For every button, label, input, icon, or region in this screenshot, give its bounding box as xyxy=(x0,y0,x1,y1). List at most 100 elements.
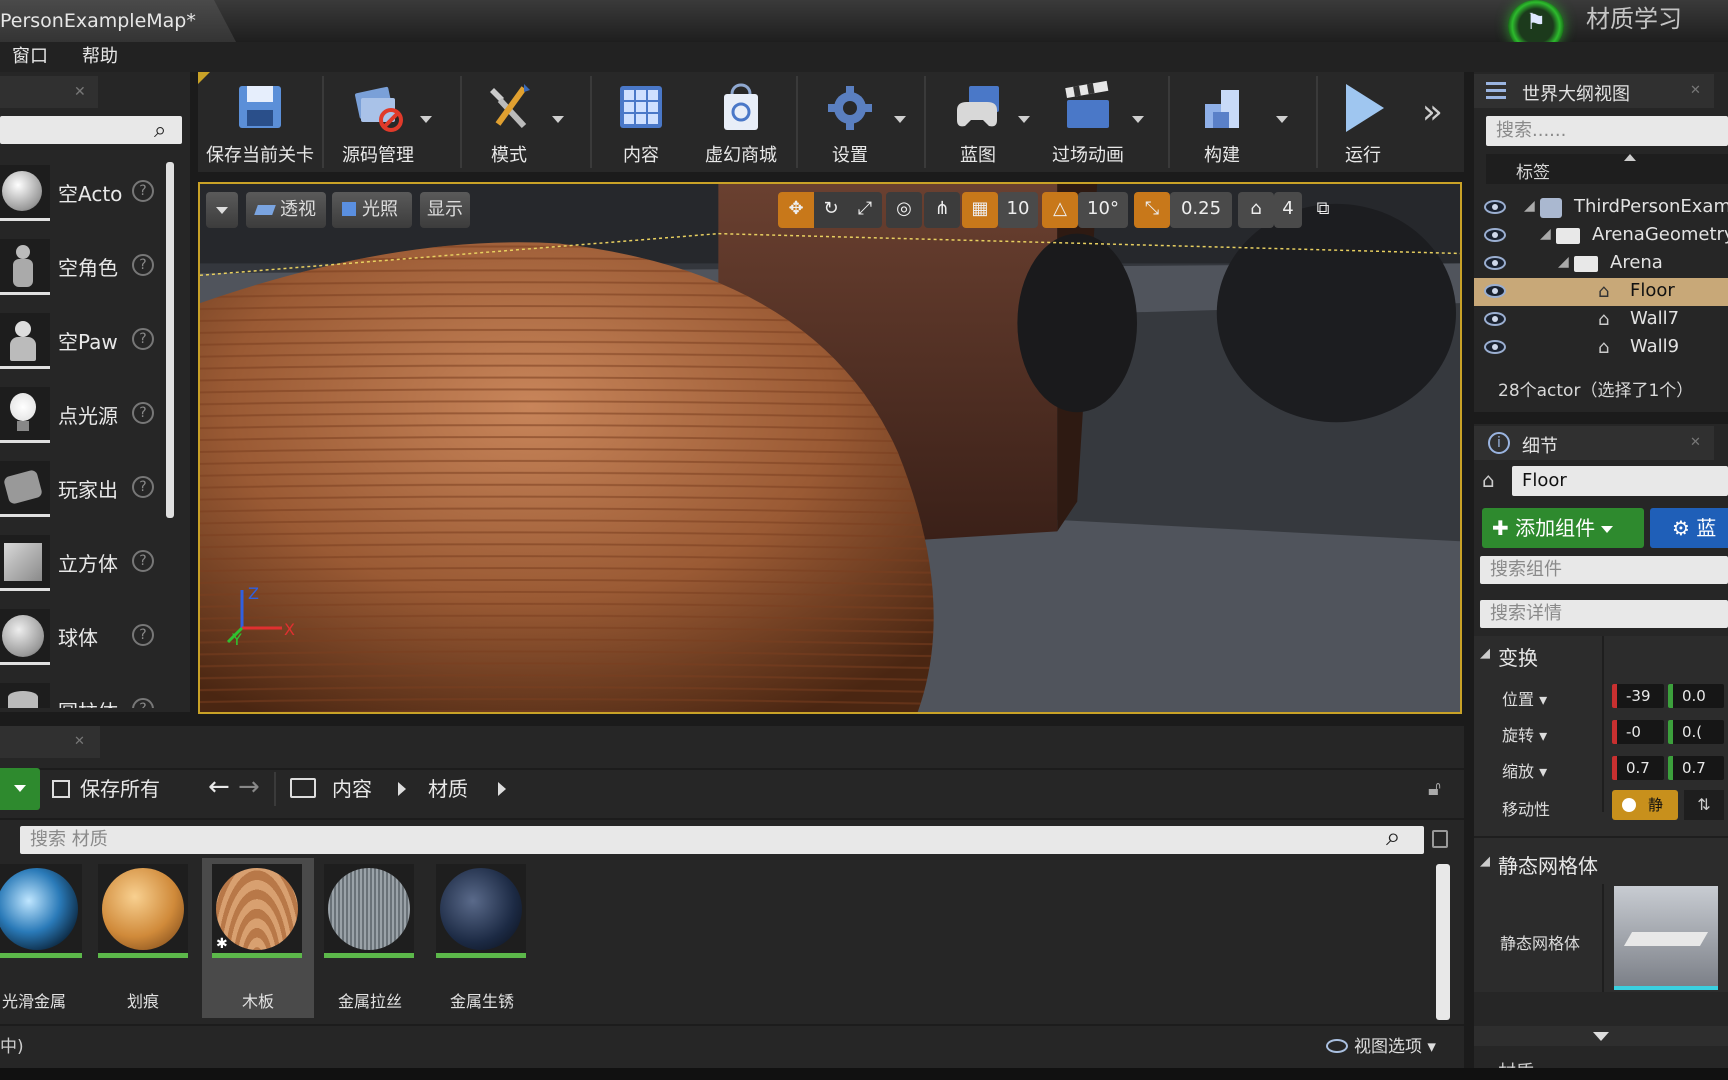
outliner-row-wall7[interactable]: ⌂ Wall7 xyxy=(1474,306,1728,334)
outliner-tab[interactable]: 世界大纲视图 ✕ xyxy=(1474,74,1714,108)
outliner-row-wall9[interactable]: ⌂ Wall9 xyxy=(1474,334,1728,362)
outliner-row-arena[interactable]: ◢ Arena xyxy=(1474,250,1728,278)
save-search-icon[interactable] xyxy=(1432,830,1448,848)
asset-scrollbar[interactable] xyxy=(1436,864,1450,1020)
place-item-empty-actor[interactable]: 空Acto ? xyxy=(0,160,165,226)
close-icon[interactable]: ✕ xyxy=(74,84,86,100)
asset-tile-smooth-metal[interactable] xyxy=(0,864,82,958)
mobility-movable-icon[interactable]: ⇅ xyxy=(1684,790,1724,820)
help-icon[interactable]: ? xyxy=(132,550,154,572)
scale-icon[interactable]: ⤢ xyxy=(848,192,882,228)
help-icon[interactable]: ? xyxy=(132,180,154,202)
chevron-down-icon[interactable] xyxy=(1276,116,1288,123)
camera-speed-icon[interactable]: ⌂ xyxy=(1238,192,1274,228)
help-icon[interactable]: ? xyxy=(132,328,154,350)
search-icon[interactable]: ⌕ xyxy=(154,118,166,143)
rotation-label[interactable]: 旋转 ▾ xyxy=(1502,722,1547,746)
visibility-eye-icon[interactable] xyxy=(1484,340,1506,354)
chevron-down-icon[interactable] xyxy=(1132,116,1144,123)
asset-tile-scratches[interactable] xyxy=(98,864,188,958)
rotation-x-field[interactable]: -0 xyxy=(1612,720,1664,744)
build-button[interactable]: 构建 xyxy=(1172,72,1288,172)
expand-more-icon[interactable] xyxy=(1474,1026,1728,1046)
chevron-down-icon[interactable] xyxy=(552,116,564,123)
surface-snap-icon[interactable]: ⋔ xyxy=(924,192,960,228)
help-icon[interactable]: ? xyxy=(132,476,154,498)
visibility-eye-icon[interactable] xyxy=(1484,312,1506,326)
place-item-cylinder[interactable]: 圆柱体 ? xyxy=(0,678,165,708)
visibility-eye-icon[interactable] xyxy=(1484,284,1506,298)
rotate-icon[interactable]: ↻ xyxy=(814,192,848,228)
help-icon[interactable]: ? xyxy=(132,698,154,708)
content-browser-tab[interactable]: ✕ xyxy=(0,726,100,758)
play-button[interactable]: 运行 xyxy=(1320,72,1406,172)
blueprints-button[interactable]: 蓝图 xyxy=(928,72,1030,172)
scale-y-field[interactable]: 0.7 xyxy=(1668,756,1724,780)
location-y-field[interactable]: 0.0 xyxy=(1668,684,1724,708)
scale-x-field[interactable]: 0.7 xyxy=(1612,756,1664,780)
static-mesh-thumbnail[interactable] xyxy=(1614,886,1718,990)
breadcrumb-arrow-icon[interactable] xyxy=(498,782,506,796)
scale-label[interactable]: 缩放 ▾ xyxy=(1502,758,1547,782)
back-arrow-icon[interactable]: ← xyxy=(208,772,230,802)
visibility-eye-icon[interactable] xyxy=(1484,200,1506,214)
grid-snap-icon[interactable]: ▦ xyxy=(962,192,998,228)
chevron-down-icon[interactable] xyxy=(420,116,432,123)
lock-icon[interactable]: 🔓︎ xyxy=(1428,776,1441,800)
asset-tile-rusted-metal[interactable] xyxy=(436,864,526,958)
menu-help[interactable]: 帮助 xyxy=(82,42,118,72)
mobility-static-toggle[interactable]: 静 xyxy=(1612,790,1678,820)
save-level-button[interactable]: 保存当前关卡 xyxy=(200,72,320,172)
perspective-button[interactable]: 透视 xyxy=(246,192,326,228)
place-item-empty-character[interactable]: 空角色 ? xyxy=(0,234,165,300)
maximize-viewport-icon[interactable]: ⧉ xyxy=(1310,192,1336,228)
lit-button[interactable]: 光照 xyxy=(332,192,412,228)
content-button[interactable]: 内容 xyxy=(596,72,686,172)
place-item-sphere[interactable]: 球体 ? xyxy=(0,604,165,670)
grid-snap-value[interactable]: 10 xyxy=(998,192,1038,228)
help-icon[interactable]: ? xyxy=(132,624,154,646)
collapse-arrow-icon[interactable]: ◢ xyxy=(1480,646,1490,661)
source-control-button[interactable]: 源码管理 xyxy=(326,72,432,172)
breadcrumb-arrow-icon[interactable] xyxy=(398,782,406,796)
rotation-snap-value[interactable]: 10° xyxy=(1078,192,1128,228)
expand-arrow-icon[interactable]: ◢ xyxy=(1524,198,1535,214)
rotation-y-field[interactable]: 0.( xyxy=(1668,720,1724,744)
breadcrumb-materials[interactable]: 材质 xyxy=(428,774,468,804)
world-local-icon[interactable]: ◎ xyxy=(886,192,922,228)
scale-snap-icon[interactable]: ⤡ xyxy=(1134,192,1170,228)
camera-speed-value[interactable]: 4 xyxy=(1274,192,1302,228)
rotation-snap-icon[interactable]: △ xyxy=(1042,192,1078,228)
show-button[interactable]: 显示 xyxy=(420,192,470,228)
folder-icon[interactable] xyxy=(290,778,316,798)
visibility-eye-icon[interactable] xyxy=(1484,256,1506,270)
outliner-row-arenageometry[interactable]: ◢ ArenaGeometry xyxy=(1474,222,1728,250)
details-tab[interactable]: i 细节 ✕ xyxy=(1474,426,1714,460)
transform-section-title[interactable]: 变换 xyxy=(1498,642,1538,671)
asset-tile-wood[interactable]: ✱ xyxy=(212,864,302,958)
cinematics-button[interactable]: 过场动画 xyxy=(1028,72,1148,172)
forward-arrow-icon[interactable]: → xyxy=(238,772,260,802)
menu-window[interactable]: 窗口 xyxy=(12,42,48,72)
outliner-search-input[interactable]: 搜索...... xyxy=(1486,116,1728,146)
static-mesh-section-title[interactable]: 静态网格体 xyxy=(1498,850,1598,879)
marketplace-button[interactable]: 虚幻商城 xyxy=(686,72,796,172)
place-item-player-start[interactable]: 玩家出 ? xyxy=(0,456,165,522)
import-button[interactable] xyxy=(0,768,40,810)
place-item-empty-pawn[interactable]: 空Paw ? xyxy=(0,308,165,374)
collapse-arrow-icon[interactable]: ◢ xyxy=(1480,854,1490,869)
close-icon[interactable]: ✕ xyxy=(1690,435,1701,450)
translate-icon[interactable]: ✥ xyxy=(778,192,814,228)
place-item-point-light[interactable]: 点光源 ? xyxy=(0,382,165,448)
close-icon[interactable]: ✕ xyxy=(74,734,85,749)
help-icon[interactable]: ? xyxy=(132,254,154,276)
outliner-column-header[interactable]: 标签 xyxy=(1486,154,1728,184)
toolbar-overflow-icon[interactable]: » xyxy=(1422,92,1443,132)
save-all-button[interactable]: 保存所有 xyxy=(52,774,160,804)
breadcrumb-content[interactable]: 内容 xyxy=(332,774,372,804)
asset-search-input[interactable]: 搜索 材质 xyxy=(20,826,1424,854)
place-item-cube[interactable]: 立方体 ? xyxy=(0,530,165,596)
help-icon[interactable]: ? xyxy=(132,402,154,424)
outliner-row-world[interactable]: ◢ ThirdPersonExamp xyxy=(1474,194,1728,222)
search-components-input[interactable]: 搜索组件 xyxy=(1480,556,1728,584)
